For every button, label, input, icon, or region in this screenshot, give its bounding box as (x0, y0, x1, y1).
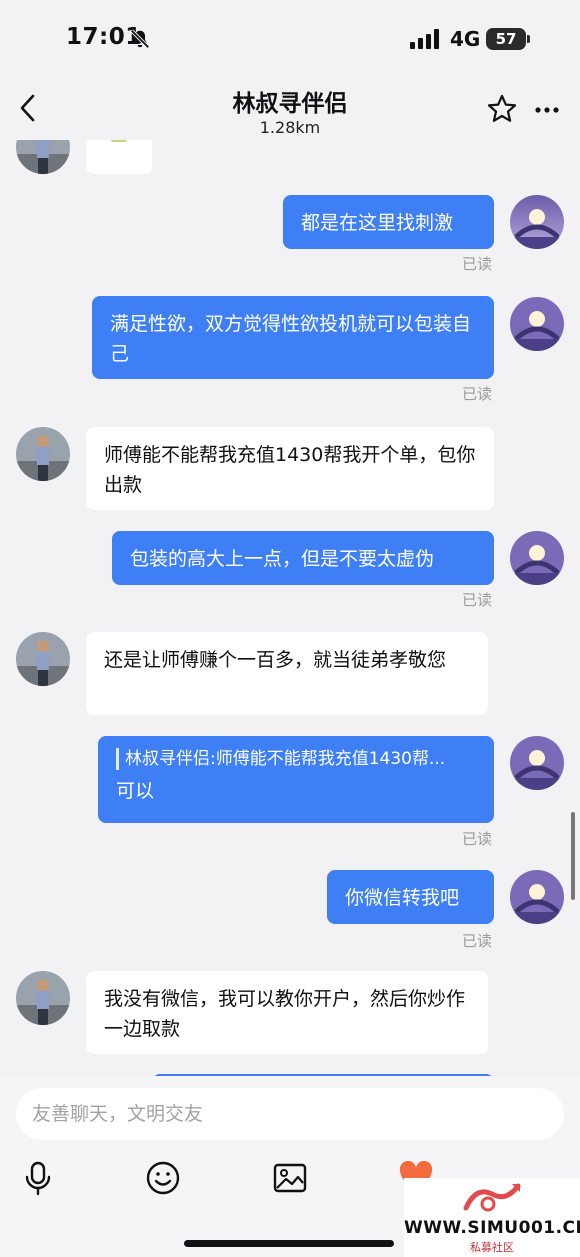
bell-muted-icon (130, 29, 150, 49)
message-bubble-sent[interactable]: 满足性欲，双方觉得性欲投机就可以包装自己 (92, 296, 494, 379)
network-type: 4G (450, 27, 481, 51)
my-avatar[interactable] (510, 870, 564, 924)
contact-avatar[interactable] (16, 632, 70, 686)
read-receipt: 已读 (462, 255, 493, 273)
battery-icon: 57 (486, 28, 526, 50)
image-icon[interactable] (272, 1160, 308, 1196)
message-bubble-sent[interactable]: 都是在这里找刺激 (283, 195, 494, 249)
message-bubble-received[interactable]: 还是让师傅赚个一百多，就当徒弟孝敬您 (86, 632, 488, 715)
message-list[interactable]: 都是在这里找刺激 已读 满足性欲，双方觉得性欲投机就可以包装自己 已读 师傅能不… (0, 140, 580, 1076)
star-icon[interactable] (486, 93, 518, 125)
sticker-icon (110, 140, 128, 142)
message-bubble-received[interactable]: 我没有微信，我可以教你开户，然后你炒作一边取款 (86, 971, 488, 1054)
read-receipt: 已读 (462, 591, 493, 609)
my-avatar[interactable] (510, 531, 564, 585)
message-bubble-sent-reply[interactable]: 林叔寻伴侣:师傅能不能帮我充值1430帮... 可以 (98, 736, 494, 823)
read-receipt: 已读 (462, 385, 493, 403)
battery-cap (527, 35, 530, 43)
emoji-icon[interactable] (145, 1160, 181, 1196)
message-bubble-received[interactable]: 师傅能不能帮我充值1430帮我开个单，包你出款 (86, 427, 494, 510)
scrollbar[interactable] (571, 812, 575, 900)
quoted-message[interactable]: 林叔寻伴侣:师傅能不能帮我充值1430帮... (116, 748, 476, 770)
more-icon[interactable] (534, 106, 560, 114)
home-indicator[interactable] (184, 1240, 394, 1247)
message-bubble-sent[interactable]: 包装的高大上一点，但是不要太虚伪 (112, 531, 494, 585)
my-avatar[interactable] (510, 195, 564, 249)
contact-avatar[interactable] (16, 971, 70, 1025)
message-bubble-sent[interactable]: 你微信转我吧 (327, 870, 494, 924)
watermark-subtext: 私募社区 (470, 1241, 514, 1254)
contact-avatar[interactable] (16, 427, 70, 481)
watermark: WWW.SIMU001.CN 私募社区 (404, 1178, 580, 1257)
watermark-logo-icon (463, 1183, 521, 1212)
my-avatar[interactable] (510, 736, 564, 790)
status-bar: 17:01 4G 57 (0, 0, 580, 78)
message-text: 可以 (116, 780, 155, 802)
message-input[interactable] (16, 1088, 564, 1140)
sticker-bubble[interactable] (86, 140, 152, 174)
my-avatar[interactable] (510, 297, 564, 351)
contact-avatar[interactable] (16, 140, 70, 174)
microphone-icon[interactable] (20, 1160, 56, 1196)
signal-icon (410, 29, 439, 49)
chat-header: 林叔寻伴侣 1.28km (0, 78, 580, 140)
read-receipt: 已读 (462, 830, 493, 848)
watermark-text: WWW.SIMU001.CN (404, 1218, 580, 1238)
read-receipt: 已读 (462, 932, 493, 950)
